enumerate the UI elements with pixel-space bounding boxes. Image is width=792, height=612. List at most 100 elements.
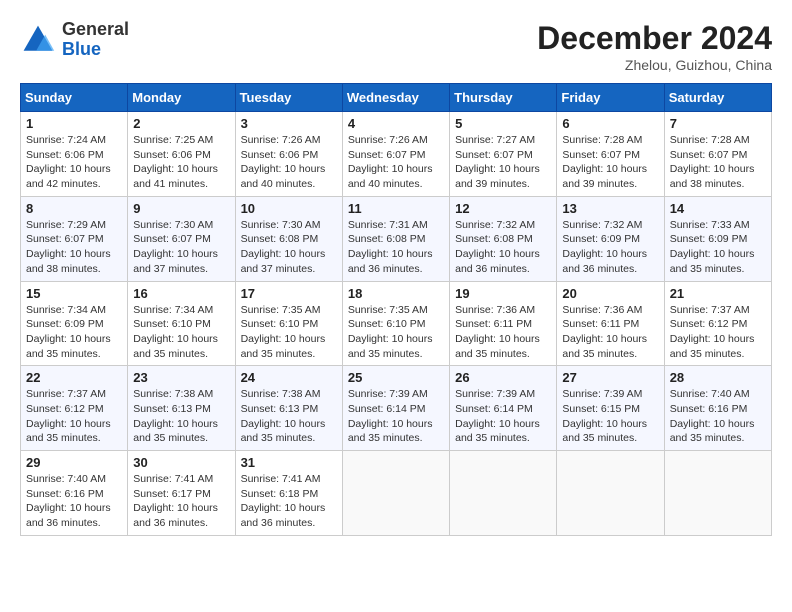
calendar-cell [664,451,771,536]
day-info: Sunrise: 7:26 AM Sunset: 6:06 PM Dayligh… [241,133,337,192]
day-info: Sunrise: 7:30 AM Sunset: 6:07 PM Dayligh… [133,218,229,277]
calendar-week-row: 29 Sunrise: 7:40 AM Sunset: 6:16 PM Dayli… [21,451,772,536]
day-info: Sunrise: 7:25 AM Sunset: 6:06 PM Dayligh… [133,133,229,192]
day-info: Sunrise: 7:24 AM Sunset: 6:06 PM Dayligh… [26,133,122,192]
day-info: Sunrise: 7:26 AM Sunset: 6:07 PM Dayligh… [348,133,444,192]
calendar-cell: 30 Sunrise: 7:41 AM Sunset: 6:17 PM Dayli… [128,451,235,536]
calendar-cell: 13 Sunrise: 7:32 AM Sunset: 6:09 PM Dayli… [557,196,664,281]
day-info: Sunrise: 7:34 AM Sunset: 6:09 PM Dayligh… [26,303,122,362]
day-number: 12 [455,201,551,216]
day-info: Sunrise: 7:39 AM Sunset: 6:15 PM Dayligh… [562,387,658,446]
day-info: Sunrise: 7:38 AM Sunset: 6:13 PM Dayligh… [241,387,337,446]
day-number: 2 [133,116,229,131]
day-number: 3 [241,116,337,131]
title-block: December 2024 Zhelou, Guizhou, China [537,20,772,73]
weekday-header: Saturday [664,84,771,112]
calendar-cell: 10Sunrise: 7:30 AM Sunset: 6:08 PM Dayli… [235,196,342,281]
day-number: 4 [348,116,444,131]
day-info: Sunrise: 7:39 AM Sunset: 6:14 PM Dayligh… [348,387,444,446]
day-info: Sunrise: 7:33 AM Sunset: 6:09 PM Dayligh… [670,218,766,277]
calendar-table: SundayMondayTuesdayWednesdayThursdayFrid… [20,83,772,536]
calendar-cell: 4 Sunrise: 7:26 AM Sunset: 6:07 PM Daylig… [342,112,449,197]
day-info: Sunrise: 7:36 AM Sunset: 6:11 PM Dayligh… [455,303,551,362]
weekday-header: Monday [128,84,235,112]
day-info: Sunrise: 7:31 AM Sunset: 6:08 PM Dayligh… [348,218,444,277]
day-info: Sunrise: 7:28 AM Sunset: 6:07 PM Dayligh… [670,133,766,192]
calendar-cell: 31 Sunrise: 7:41 AM Sunset: 6:18 PM Dayli… [235,451,342,536]
day-number: 18 [348,286,444,301]
calendar-cell: 24Sunrise: 7:38 AM Sunset: 6:13 PM Dayli… [235,366,342,451]
day-number: 17 [241,286,337,301]
calendar-cell: 23Sunrise: 7:38 AM Sunset: 6:13 PM Dayli… [128,366,235,451]
day-info: Sunrise: 7:40 AM Sunset: 6:16 PM Dayligh… [26,472,122,531]
calendar-cell: 22Sunrise: 7:37 AM Sunset: 6:12 PM Dayli… [21,366,128,451]
day-info: Sunrise: 7:36 AM Sunset: 6:11 PM Dayligh… [562,303,658,362]
calendar-cell [450,451,557,536]
day-number: 8 [26,201,122,216]
day-number: 19 [455,286,551,301]
weekday-header-row: SundayMondayTuesdayWednesdayThursdayFrid… [21,84,772,112]
day-number: 30 [133,455,229,470]
day-number: 29 [26,455,122,470]
day-number: 6 [562,116,658,131]
day-info: Sunrise: 7:38 AM Sunset: 6:13 PM Dayligh… [133,387,229,446]
day-info: Sunrise: 7:32 AM Sunset: 6:09 PM Dayligh… [562,218,658,277]
calendar-cell: 25 Sunrise: 7:39 AM Sunset: 6:14 PM Dayli… [342,366,449,451]
day-info: Sunrise: 7:35 AM Sunset: 6:10 PM Dayligh… [241,303,337,362]
calendar-week-row: 22Sunrise: 7:37 AM Sunset: 6:12 PM Dayli… [21,366,772,451]
day-number: 16 [133,286,229,301]
weekday-header: Wednesday [342,84,449,112]
logo-text: General Blue [62,20,129,60]
logo: General Blue [20,20,129,60]
day-number: 14 [670,201,766,216]
calendar-cell: 6 Sunrise: 7:28 AM Sunset: 6:07 PM Daylig… [557,112,664,197]
calendar-cell: 27Sunrise: 7:39 AM Sunset: 6:15 PM Dayli… [557,366,664,451]
day-info: Sunrise: 7:34 AM Sunset: 6:10 PM Dayligh… [133,303,229,362]
weekday-header: Sunday [21,84,128,112]
calendar-cell [342,451,449,536]
calendar-cell: 17 Sunrise: 7:35 AM Sunset: 6:10 PM Dayli… [235,281,342,366]
calendar-cell: 11Sunrise: 7:31 AM Sunset: 6:08 PM Dayli… [342,196,449,281]
calendar-cell: 3 Sunrise: 7:26 AM Sunset: 6:06 PM Daylig… [235,112,342,197]
calendar-week-row: 15Sunrise: 7:34 AM Sunset: 6:09 PM Dayli… [21,281,772,366]
calendar-cell: 12 Sunrise: 7:32 AM Sunset: 6:08 PM Dayli… [450,196,557,281]
calendar-cell: 21Sunrise: 7:37 AM Sunset: 6:12 PM Dayli… [664,281,771,366]
day-info: Sunrise: 7:32 AM Sunset: 6:08 PM Dayligh… [455,218,551,277]
day-info: Sunrise: 7:41 AM Sunset: 6:17 PM Dayligh… [133,472,229,531]
day-info: Sunrise: 7:27 AM Sunset: 6:07 PM Dayligh… [455,133,551,192]
calendar-cell: 29 Sunrise: 7:40 AM Sunset: 6:16 PM Dayli… [21,451,128,536]
calendar-cell: 8 Sunrise: 7:29 AM Sunset: 6:07 PM Daylig… [21,196,128,281]
logo-icon [20,22,56,58]
day-number: 1 [26,116,122,131]
day-number: 13 [562,201,658,216]
calendar-cell: 9 Sunrise: 7:30 AM Sunset: 6:07 PM Daylig… [128,196,235,281]
calendar-cell: 28Sunrise: 7:40 AM Sunset: 6:16 PM Dayli… [664,366,771,451]
day-number: 9 [133,201,229,216]
day-info: Sunrise: 7:35 AM Sunset: 6:10 PM Dayligh… [348,303,444,362]
weekday-header: Friday [557,84,664,112]
day-info: Sunrise: 7:39 AM Sunset: 6:14 PM Dayligh… [455,387,551,446]
calendar-cell: 14 Sunrise: 7:33 AM Sunset: 6:09 PM Dayli… [664,196,771,281]
weekday-header: Thursday [450,84,557,112]
calendar-week-row: 1 Sunrise: 7:24 AM Sunset: 6:06 PM Daylig… [21,112,772,197]
day-info: Sunrise: 7:30 AM Sunset: 6:08 PM Dayligh… [241,218,337,277]
calendar-cell: 5 Sunrise: 7:27 AM Sunset: 6:07 PM Daylig… [450,112,557,197]
day-number: 26 [455,370,551,385]
location: Zhelou, Guizhou, China [537,57,772,73]
day-number: 28 [670,370,766,385]
day-number: 7 [670,116,766,131]
day-info: Sunrise: 7:41 AM Sunset: 6:18 PM Dayligh… [241,472,337,531]
day-info: Sunrise: 7:37 AM Sunset: 6:12 PM Dayligh… [670,303,766,362]
calendar-cell [557,451,664,536]
day-info: Sunrise: 7:37 AM Sunset: 6:12 PM Dayligh… [26,387,122,446]
day-number: 25 [348,370,444,385]
page-header: General Blue December 2024 Zhelou, Guizh… [20,20,772,73]
day-number: 31 [241,455,337,470]
calendar-cell: 2 Sunrise: 7:25 AM Sunset: 6:06 PM Daylig… [128,112,235,197]
weekday-header: Tuesday [235,84,342,112]
day-info: Sunrise: 7:29 AM Sunset: 6:07 PM Dayligh… [26,218,122,277]
day-number: 20 [562,286,658,301]
calendar-cell: 20 Sunrise: 7:36 AM Sunset: 6:11 PM Dayli… [557,281,664,366]
day-number: 5 [455,116,551,131]
day-info: Sunrise: 7:28 AM Sunset: 6:07 PM Dayligh… [562,133,658,192]
